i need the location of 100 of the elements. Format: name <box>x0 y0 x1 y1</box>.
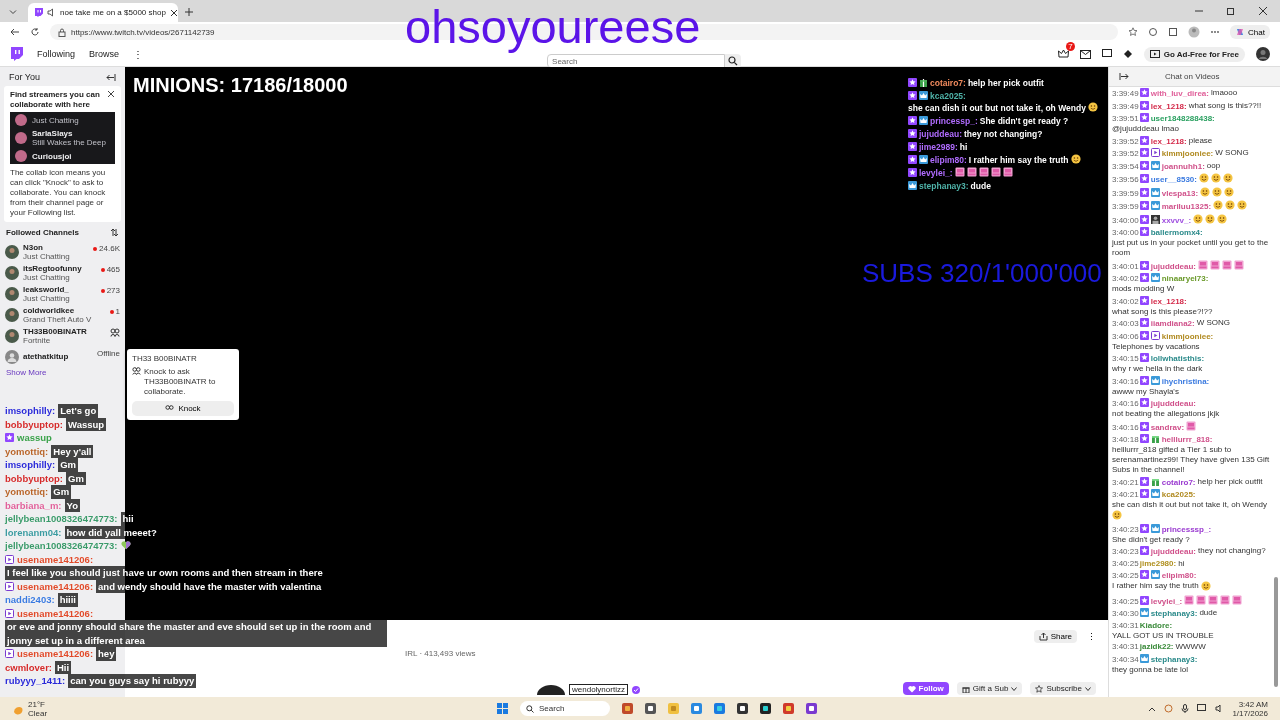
chat-username[interactable]: lex_1218: <box>1150 101 1187 111</box>
ad-free-button[interactable]: Go Ad-Free for Free <box>1143 46 1245 62</box>
chat-username[interactable]: jime2980: <box>1139 558 1177 568</box>
chat-text: WWWW <box>1175 642 1206 652</box>
chat-button[interactable]: Chat <box>1230 25 1270 39</box>
search-field[interactable]: Search <box>547 54 726 68</box>
show-more-link[interactable]: Show More <box>4 367 121 378</box>
category-text: Grand Theft Auto V <box>23 314 93 324</box>
more-button[interactable]: ⋮ <box>133 48 144 60</box>
timestamp: 3:40:31 <box>1112 642 1139 651</box>
chat-username[interactable]: lollwhatisthis: <box>1150 354 1205 363</box>
app-icon[interactable] <box>806 703 817 714</box>
nav-link[interactable]: Following <box>37 49 76 59</box>
chat-username[interactable]: stephanay3: <box>1150 654 1198 664</box>
chat-username[interactable]: stephanay3: <box>1150 609 1198 618</box>
chat-username[interactable]: cotairo7: <box>1161 477 1196 487</box>
emoji-face-icon <box>1205 213 1216 224</box>
channel-item[interactable]: leaksworld_ Just Chatting 273 <box>4 283 121 304</box>
chat-username[interactable]: elipim80: <box>1161 571 1197 580</box>
favorite-star-icon[interactable] <box>1128 27 1139 37</box>
browser-tab[interactable]: noe take me on a $5000 shop <box>28 3 178 22</box>
chat-username[interactable]: vlespa13: <box>1161 188 1199 198</box>
speaker-icon[interactable] <box>47 8 56 17</box>
streamer-name[interactable]: wendolynortizz <box>569 684 628 695</box>
chat-username[interactable]: ballermomx4: <box>1150 228 1203 237</box>
chat-username[interactable]: joannuhh1: <box>1161 161 1205 171</box>
crown-icon[interactable] <box>1057 49 1069 59</box>
start-icon[interactable] <box>497 703 508 714</box>
chat-username[interactable]: Kiadore: <box>1139 620 1173 630</box>
popup-text: Knock to ask TH33B00BINATR to collaborate. <box>144 367 217 397</box>
search-button[interactable] <box>725 54 742 68</box>
app-icon[interactable] <box>737 703 748 714</box>
chat-username[interactable]: jazidk22: <box>1139 642 1174 651</box>
live-dot-icon <box>93 246 98 251</box>
chat-username[interactable]: princesssp_: <box>1161 524 1212 534</box>
chat-username[interactable]: xxvvv_: <box>1161 215 1192 225</box>
gift-sub-button[interactable]: Gift a Sub <box>956 682 1023 695</box>
chat-username[interactable]: mariluu1325: <box>1161 202 1212 211</box>
app-icon[interactable] <box>645 703 656 714</box>
chat-username: levylei_: <box>919 168 953 178</box>
subscribe-button[interactable]: Subscribe <box>1030 682 1096 695</box>
chat-username[interactable]: ninaaryel73: <box>1161 274 1209 283</box>
microphone-icon[interactable] <box>1181 704 1190 713</box>
channel-item[interactable]: coldworldkee Grand Theft Auto V 1 <box>4 304 121 325</box>
chat-text: hi <box>1178 558 1185 569</box>
taskbar-search[interactable]: Search <box>520 701 610 716</box>
star-badge-icon <box>1139 523 1149 533</box>
twitch-logo-icon[interactable] <box>10 47 23 61</box>
close-icon[interactable] <box>107 90 115 98</box>
scrollbar-thumb[interactable] <box>1274 577 1278 687</box>
reload-icon[interactable] <box>30 27 40 37</box>
timestamp: 3:39:59 <box>1112 188 1139 198</box>
knock-button[interactable]: Knock <box>132 401 234 416</box>
collab-icon[interactable] <box>110 328 120 337</box>
crown-badge-icon <box>1150 523 1160 533</box>
profile-icon[interactable] <box>1188 26 1201 38</box>
more-button[interactable]: ⋮ <box>1087 631 1096 642</box>
avatar-icon <box>537 684 565 695</box>
channel-item[interactable]: TH33B00BINATR Fortnite <box>4 325 121 346</box>
chat-text: why r we hella in the dark <box>1112 364 1203 374</box>
chat-username[interactable]: sandrav: <box>1150 422 1185 432</box>
chat-username: elipim80: <box>930 155 967 165</box>
chat-username[interactable]: kca2025: <box>1161 490 1196 499</box>
close-icon[interactable] <box>1258 6 1268 16</box>
channel-item[interactable]: N3on Just Chatting 24.6K <box>4 241 121 262</box>
chat-username[interactable]: kimmjooniee: <box>1161 331 1214 341</box>
chat-username[interactable]: jujudddeau: <box>1150 261 1197 271</box>
avatar-icon[interactable] <box>1256 47 1270 61</box>
expand-icon[interactable] <box>1119 72 1129 81</box>
star-badge-icon <box>908 168 917 177</box>
chat-username[interactable]: ihychristina: <box>1161 376 1210 386</box>
star-icon <box>1035 684 1044 693</box>
chat-username[interactable]: jujudddeau: <box>1150 399 1197 408</box>
chat-username[interactable]: lex_1218: <box>1150 136 1187 146</box>
chat-username[interactable]: with_luv_direa: <box>1150 89 1209 98</box>
sort-icon[interactable] <box>110 228 119 237</box>
restore-icon[interactable] <box>1226 6 1236 16</box>
new-tab-icon[interactable] <box>184 7 194 17</box>
emoji-face-icon <box>1210 173 1221 183</box>
share-button[interactable]: Share <box>1033 630 1077 643</box>
channel-item[interactable]: atethatkitup Offline <box>4 346 121 367</box>
collapse-icon[interactable] <box>106 72 116 82</box>
chat-username[interactable]: user__8530: <box>1150 175 1197 184</box>
chat-username[interactable]: user1848288438: <box>1150 114 1215 123</box>
nav-link[interactable]: Browse <box>89 49 120 59</box>
chat-username[interactable]: lex_1218: <box>1150 296 1187 306</box>
chat-username[interactable]: jujudddeau: <box>1150 547 1197 556</box>
app-icon[interactable] <box>760 703 771 714</box>
chat-username[interactable]: helllurrr_818: <box>1161 435 1213 444</box>
mail-icon[interactable] <box>1079 49 1091 59</box>
diamond-icon[interactable] <box>1122 49 1133 59</box>
chat-username[interactable]: kimmjooniee: <box>1161 149 1214 158</box>
chat-username[interactable]: levylei_: <box>1150 596 1183 606</box>
chat-username[interactable]: iiamdiana2: <box>1150 319 1195 328</box>
close-icon[interactable] <box>169 8 178 17</box>
sticker-emote-icon <box>1198 259 1209 270</box>
channel-item[interactable]: itsRegtoofunny Just Chatting 465 <box>4 262 121 283</box>
temperature-text: 21°F <box>28 699 46 709</box>
back-icon[interactable] <box>10 27 20 37</box>
follow-button[interactable]: Follow <box>902 682 949 695</box>
